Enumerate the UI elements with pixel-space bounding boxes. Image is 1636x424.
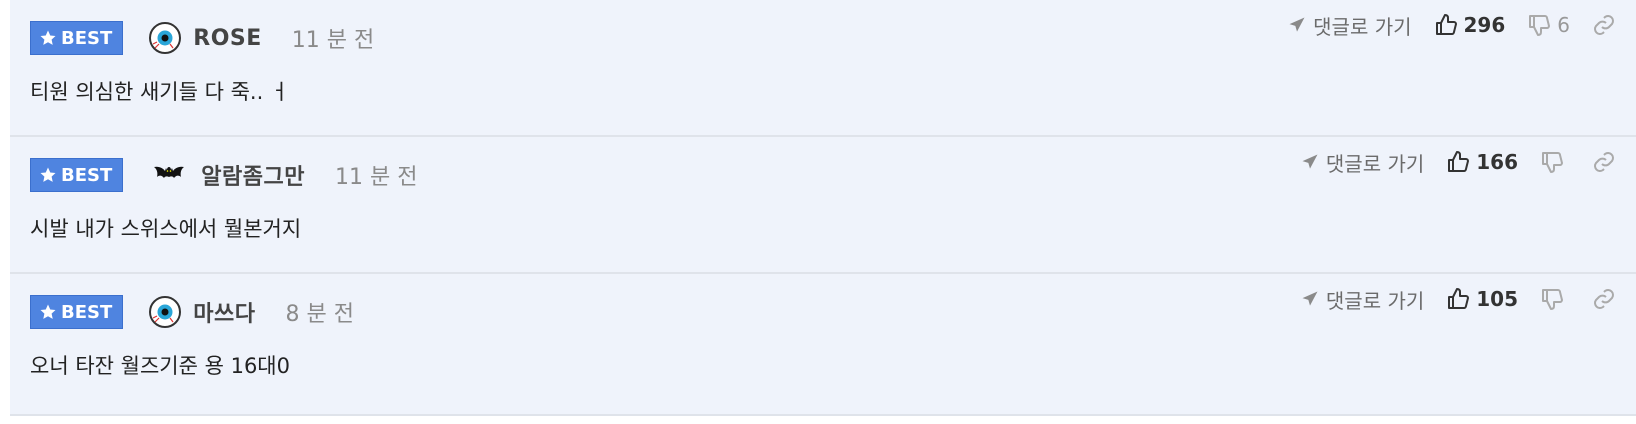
upvote-count: 166: [1476, 150, 1518, 174]
author-nickname[interactable]: 마쓰다: [193, 296, 255, 328]
copy-link-button[interactable]: [1592, 150, 1616, 174]
upvote-button[interactable]: 166: [1446, 150, 1518, 174]
thumbs-up-icon: [1435, 14, 1457, 35]
comment-header: BEST 알람좀그만 11 분 전: [30, 155, 417, 195]
best-badge: BEST: [30, 158, 124, 192]
upvote-count: 105: [1476, 287, 1518, 311]
thumbs-down-icon: [1542, 289, 1563, 310]
thumbs-down-icon: [1529, 15, 1551, 36]
eyeball-icon: [149, 22, 182, 54]
comment-text: 시발 내가 스위스에서 뭘본거지: [30, 217, 302, 241]
comment-time: 11 분 전: [291, 28, 375, 53]
arrow-icon: [1302, 154, 1318, 169]
comment-actions: 댓글로 가기 105: [1300, 282, 1616, 316]
comment-text: 티원 의심한 새기들 다 죽.. ㅓ: [30, 80, 290, 104]
eyeball-icon: [149, 296, 182, 328]
star-icon: [40, 167, 56, 182]
goto-comment-label: 댓글로 가기: [1313, 14, 1412, 39]
upvote-button[interactable]: 105: [1446, 287, 1518, 311]
comment-item: BEST 알람좀그만 11 분 전 시발 내가 스위스에서 뭘본거지 댓글로 가…: [10, 137, 1636, 274]
arrow-icon: [1302, 291, 1318, 306]
comment-item: BEST 마쓰다 8 분 전 오너 타잔 월즈기준 용 16대0 댓글로 가기 …: [10, 274, 1636, 416]
best-badge-label: BEST: [61, 27, 113, 49]
comment-header: BEST 마쓰다 8 분 전: [30, 292, 354, 332]
arrow-icon: [1289, 17, 1305, 32]
author-nickname[interactable]: ROSE: [193, 26, 262, 51]
goto-comment-link[interactable]: 댓글로 가기: [1287, 11, 1412, 40]
bat-icon: [154, 166, 185, 178]
link-icon: [1594, 152, 1614, 172]
author-nickname[interactable]: 알람좀그만: [201, 159, 305, 191]
downvote-button[interactable]: 6: [1527, 13, 1570, 37]
downvote-button[interactable]: [1540, 287, 1570, 311]
star-icon: [40, 304, 56, 319]
copy-link-button[interactable]: [1592, 287, 1616, 311]
goto-comment-link[interactable]: 댓글로 가기: [1300, 285, 1424, 314]
thumbs-up-icon: [1448, 151, 1470, 172]
thumbs-up-icon: [1448, 288, 1470, 309]
best-badge: BEST: [30, 21, 124, 55]
comment-text: 오너 타잔 월즈기준 용 16대0: [30, 354, 290, 378]
best-badge-label: BEST: [61, 164, 113, 186]
best-badge: BEST: [30, 295, 124, 329]
goto-comment-link[interactable]: 댓글로 가기: [1300, 148, 1424, 177]
downvote-button[interactable]: [1540, 150, 1570, 174]
thumbs-down-icon: [1542, 152, 1563, 173]
comment-header: BEST ROSE 11 분 전: [30, 18, 374, 58]
link-icon: [1594, 15, 1614, 35]
copy-link-button[interactable]: [1592, 13, 1616, 37]
best-badge-label: BEST: [61, 301, 113, 323]
link-icon: [1594, 289, 1614, 309]
comment-time: 8 분 전: [285, 302, 354, 327]
comment-time: 11 분 전: [334, 165, 418, 190]
comment-actions: 댓글로 가기 296 6: [1287, 8, 1616, 42]
downvote-count: 6: [1557, 13, 1570, 37]
upvote-button[interactable]: 296: [1434, 13, 1506, 37]
goto-comment-label: 댓글로 가기: [1325, 151, 1425, 176]
comment-actions: 댓글로 가기 166: [1300, 145, 1616, 179]
comment-item: BEST ROSE 11 분 전 티원 의심한 새기들 다 죽.. ㅓ 댓글로 …: [10, 0, 1636, 137]
goto-comment-label: 댓글로 가기: [1325, 288, 1425, 313]
upvote-count: 296: [1463, 13, 1506, 37]
star-icon: [40, 30, 56, 45]
best-comment-list: BEST ROSE 11 분 전 티원 의심한 새기들 다 죽.. ㅓ 댓글로 …: [10, 0, 1636, 416]
